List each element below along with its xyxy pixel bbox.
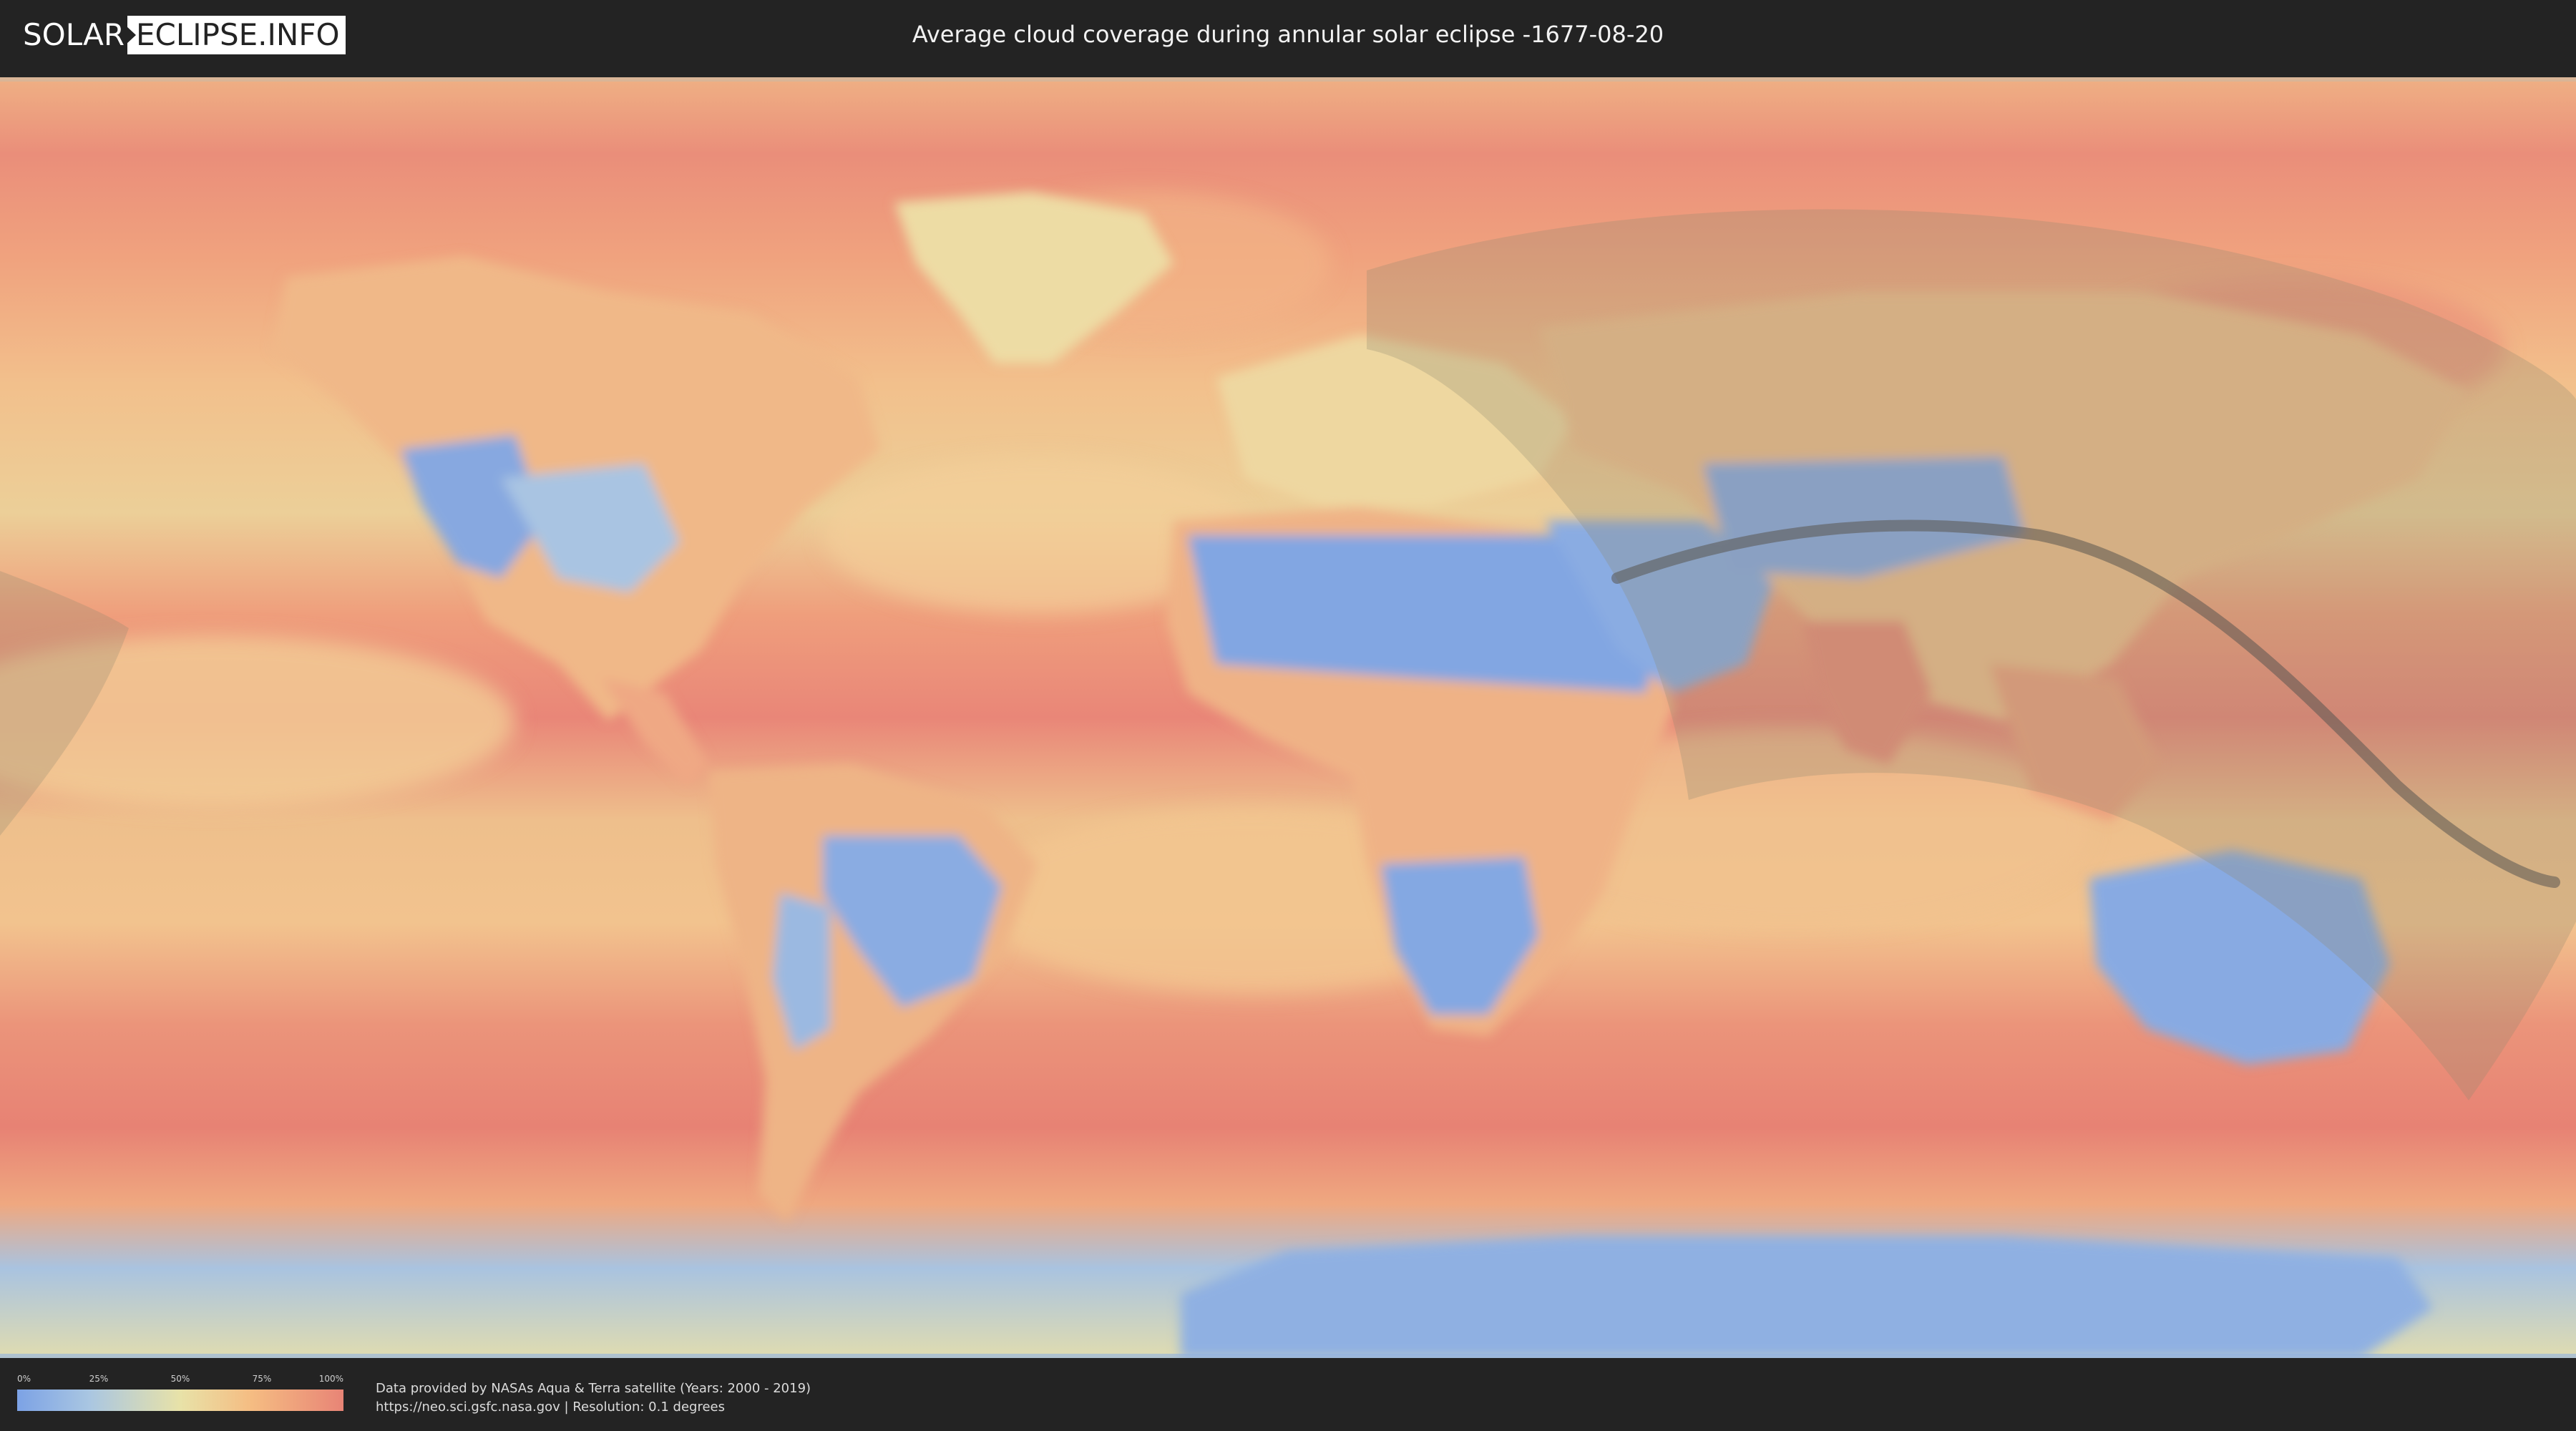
- legend-tick-25: 25%: [89, 1374, 109, 1384]
- map-top-edge: [0, 77, 2576, 82]
- legend-tick-50: 50%: [170, 1374, 190, 1384]
- legend-ticks: 0% 25% 50% 75% 100%: [17, 1374, 343, 1387]
- data-credits: Data provided by NASAs Aqua & Terra sate…: [376, 1379, 811, 1417]
- legend-tick-0: 0%: [17, 1374, 31, 1384]
- cloud-coverage-legend: 0% 25% 50% 75% 100%: [17, 1374, 343, 1411]
- credits-line-1: Data provided by NASAs Aqua & Terra sate…: [376, 1381, 811, 1396]
- legend-tick-75: 75%: [252, 1374, 272, 1384]
- footer-bar: 0% 25% 50% 75% 100% Data provided by NAS…: [0, 1358, 2576, 1431]
- page-title: Average cloud coverage during annular so…: [912, 21, 1664, 48]
- map-svg: [0, 77, 2576, 1358]
- legend-color-ramp: [17, 1390, 343, 1411]
- credits-line-2: https://neo.sci.gsfc.nasa.gov | Resoluti…: [376, 1400, 725, 1415]
- legend-tick-100: 100%: [318, 1374, 343, 1384]
- header-bar: SOLAR ECLIPSE.INFO Average cloud coverag…: [0, 0, 2576, 72]
- cloud-coverage-map[interactable]: [0, 77, 2576, 1358]
